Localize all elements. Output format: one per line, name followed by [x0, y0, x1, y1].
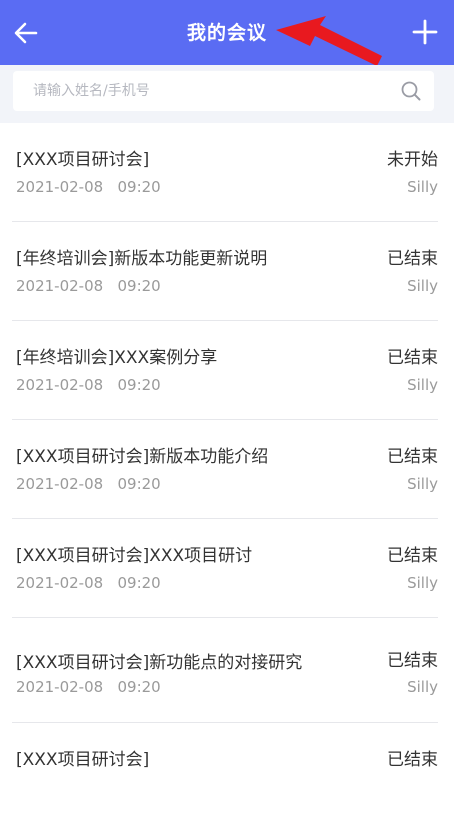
meeting-time: 09:20	[117, 376, 161, 394]
meeting-owner: Silly	[407, 277, 438, 295]
meeting-item[interactable]: [XXX项目研讨会] 2021-02-08 09:20 未开始 Silly	[12, 123, 438, 222]
meeting-item[interactable]: [年终培训会]XXX案例分享 2021-02-08 09:20 已结束 Sill…	[12, 321, 438, 420]
meeting-title: [XXX项目研讨会]XXX项目研讨	[16, 546, 253, 566]
meeting-title: [年终培训会]XXX案例分享	[16, 348, 218, 368]
meeting-item[interactable]: [年终培训会]新版本功能更新说明 2021-02-08 09:20 已结束 Si…	[12, 222, 438, 321]
meeting-owner: Silly	[407, 475, 438, 493]
meeting-title: [年终培训会]新版本功能更新说明	[16, 249, 268, 269]
meeting-status: 已结束	[387, 750, 438, 770]
meeting-item[interactable]: [XXX项目研讨会]新版本功能介绍 2021-02-08 09:20 已结束 S…	[12, 420, 438, 519]
search-bar-container	[0, 65, 454, 123]
search-icon[interactable]	[400, 80, 422, 102]
meeting-datetime: 2021-02-08 09:20	[16, 376, 161, 394]
search-box	[13, 71, 434, 111]
meeting-date: 2021-02-08	[16, 178, 104, 196]
meeting-status: 已结束	[387, 651, 438, 671]
meeting-datetime: 2021-02-08 09:20	[16, 178, 161, 196]
meeting-owner: Silly	[407, 678, 438, 696]
meeting-item[interactable]: [XXX项目研讨会]新功能点的对接研究 2021-02-08 09:20 已结束…	[12, 618, 438, 723]
meeting-time: 09:20	[117, 678, 161, 696]
meeting-owner: Silly	[407, 178, 438, 196]
meeting-time: 09:20	[117, 475, 161, 493]
meeting-owner: Silly	[407, 376, 438, 394]
search-input[interactable]	[33, 71, 373, 111]
meeting-title: [XXX项目研讨会]	[16, 750, 150, 770]
meeting-item[interactable]: [XXX项目研讨会]XXX项目研讨 2021-02-08 09:20 已结束 S…	[12, 519, 438, 618]
plus-icon	[412, 19, 438, 45]
meeting-date: 2021-02-08	[16, 574, 104, 592]
red-arrow-pointer-icon	[276, 16, 382, 66]
meeting-status: 已结束	[387, 348, 438, 368]
meeting-title: [XXX项目研讨会]新版本功能介绍	[16, 447, 269, 467]
meeting-time: 09:20	[117, 178, 161, 196]
meeting-datetime: 2021-02-08 09:20	[16, 277, 161, 295]
meeting-status: 已结束	[387, 249, 438, 269]
meeting-date: 2021-02-08	[16, 678, 104, 696]
meeting-date: 2021-02-08	[16, 475, 104, 493]
meeting-datetime: 2021-02-08 09:20	[16, 475, 161, 493]
meeting-time: 09:20	[117, 277, 161, 295]
meeting-owner: Silly	[407, 574, 438, 592]
meeting-status: 未开始	[387, 150, 438, 170]
meeting-datetime: 2021-02-08 09:20	[16, 574, 161, 592]
meeting-time: 09:20	[117, 574, 161, 592]
meeting-status: 已结束	[387, 546, 438, 566]
meeting-title: [XXX项目研讨会]	[16, 150, 150, 170]
meeting-date: 2021-02-08	[16, 277, 104, 295]
add-meeting-button[interactable]	[408, 15, 442, 49]
meeting-status: 已结束	[387, 447, 438, 467]
meeting-item[interactable]: [XXX项目研讨会] 已结束	[12, 723, 438, 821]
meeting-date: 2021-02-08	[16, 376, 104, 394]
meeting-title: [XXX项目研讨会]新功能点的对接研究	[16, 653, 303, 673]
meeting-datetime: 2021-02-08 09:20	[16, 678, 161, 696]
meeting-list: [XXX项目研讨会] 2021-02-08 09:20 未开始 Silly [年…	[0, 123, 454, 821]
